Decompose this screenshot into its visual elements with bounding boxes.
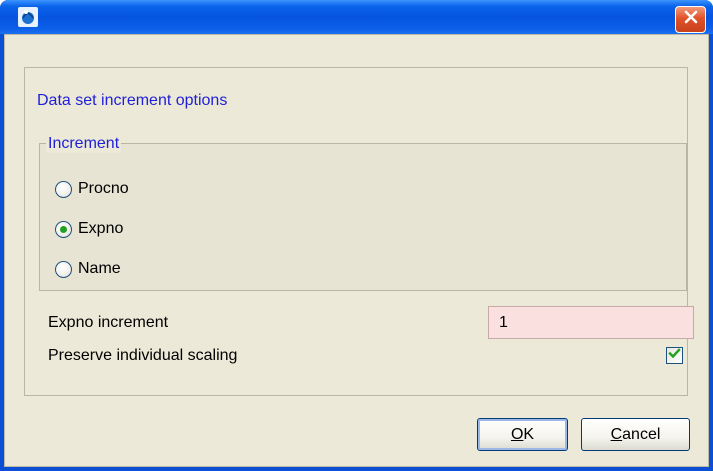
radio-selected-dot <box>60 225 67 233</box>
radio-expno[interactable]: Expno <box>55 217 123 241</box>
radio-button-procno[interactable] <box>55 180 72 198</box>
ok-label-rest: K <box>523 425 535 443</box>
title-bar[interactable] <box>0 0 713 34</box>
expno-increment-input[interactable] <box>488 306 694 339</box>
check-icon <box>668 347 681 365</box>
cancel-button[interactable]: Cancel <box>581 418 690 451</box>
radio-button-expno[interactable] <box>55 220 72 238</box>
close-button[interactable] <box>675 6 706 33</box>
radio-label-expno: Expno <box>78 220 124 237</box>
cancel-mnemonic: C <box>610 425 623 443</box>
close-icon <box>683 9 699 30</box>
preserve-scaling-checkbox[interactable] <box>666 347 683 364</box>
expno-increment-label: Expno increment <box>48 314 169 331</box>
group-title-increment: Increment <box>46 135 122 153</box>
radio-label-name: Name <box>78 260 121 277</box>
group-title-data-set-increment-options: Data set increment options <box>35 92 230 110</box>
ok-mnemonic: O <box>510 425 524 443</box>
radio-name[interactable]: Name <box>55 257 121 281</box>
preserve-scaling-label: Preserve individual scaling <box>48 347 238 364</box>
increment-group <box>39 143 687 291</box>
cancel-label-rest: ancel <box>622 425 661 443</box>
radio-label-procno: Procno <box>78 180 129 197</box>
radio-procno[interactable]: Procno <box>55 177 129 201</box>
application-logo-icon[interactable] <box>17 6 39 28</box>
radio-button-name[interactable] <box>55 260 72 278</box>
ok-button[interactable]: OK <box>477 418 568 451</box>
